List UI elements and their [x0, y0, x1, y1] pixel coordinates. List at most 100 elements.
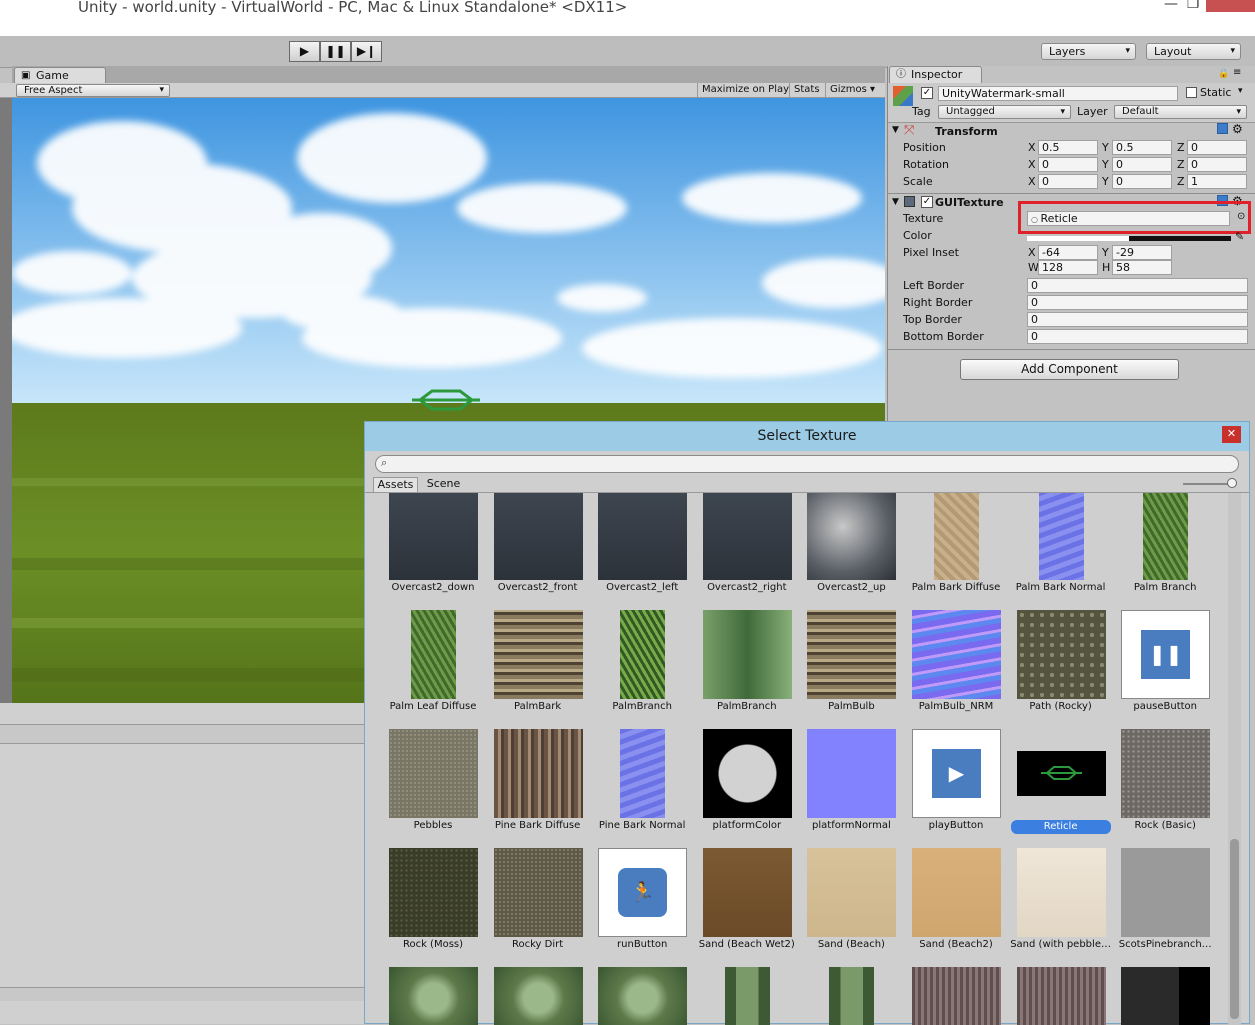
pause-button[interactable]: ❚❚	[320, 41, 351, 62]
inset-x-field[interactable]: -64	[1038, 245, 1098, 260]
texture-label[interactable]: Overcast2_front	[486, 582, 590, 593]
texture-thumbnail[interactable]	[389, 967, 478, 1025]
texture-label[interactable]: pauseButton	[1113, 701, 1217, 712]
add-component-button[interactable]: Add Component	[960, 359, 1179, 380]
texture-label[interactable]: Palm Leaf Diffuse	[381, 701, 485, 712]
position-z-field[interactable]: 0	[1187, 140, 1247, 155]
scale-z-field[interactable]: 1	[1187, 174, 1247, 189]
texture-label[interactable]: ScotsPinebranch…	[1113, 939, 1217, 950]
texture-label[interactable]: Pine Bark Normal	[590, 820, 694, 831]
rotation-z-field[interactable]: 0	[1187, 157, 1247, 172]
picker-scrollbar[interactable]	[1228, 493, 1241, 1025]
texture-thumbnail[interactable]	[389, 848, 478, 937]
texture-thumbnail[interactable]	[807, 848, 897, 937]
texture-label[interactable]: PalmBulb	[799, 701, 903, 712]
aspect-dropdown[interactable]: Free Aspect	[16, 84, 170, 97]
texture-thumbnail[interactable]	[493, 967, 583, 1025]
gizmos-dropdown[interactable]: Gizmos ▾	[825, 83, 879, 98]
inset-w-field[interactable]: 128	[1038, 260, 1098, 275]
texture-label[interactable]: PalmBranch	[590, 701, 694, 712]
color-swatch[interactable]	[1027, 236, 1231, 241]
texture-object-field[interactable]: ○ Reticle	[1027, 211, 1230, 226]
texture-label[interactable]: Overcast2_left	[590, 582, 694, 593]
rotation-y-field[interactable]: 0	[1112, 157, 1172, 172]
texture-thumbnail[interactable]	[493, 848, 583, 937]
tab-assets[interactable]: Assets	[373, 477, 418, 492]
texture-label-selected[interactable]: Reticle	[1010, 820, 1111, 834]
texture-thumbnail[interactable]	[1121, 729, 1211, 818]
texture-thumbnail[interactable]	[493, 729, 583, 818]
texture-label[interactable]: Sand (with pebble…	[1009, 939, 1113, 950]
texture-thumbnail[interactable]	[411, 610, 456, 699]
settings-gear-icon[interactable]: ⚙	[1232, 122, 1243, 136]
picker-close-button[interactable]: ✕	[1222, 426, 1241, 443]
picker-scrollbar-thumb[interactable]	[1230, 839, 1239, 1019]
texture-thumbnail[interactable]	[1121, 967, 1211, 1025]
eyedropper-icon[interactable]: ✎	[1235, 230, 1244, 243]
texture-thumbnail[interactable]	[724, 967, 770, 1025]
texture-label[interactable]: Sand (Beach Wet2)	[695, 939, 799, 950]
scale-y-field[interactable]: 0	[1112, 174, 1172, 189]
texture-thumbnail[interactable]	[598, 493, 688, 580]
step-button[interactable]: ▶❙	[351, 41, 382, 62]
lock-icon[interactable]: 🔒	[1218, 69, 1229, 79]
texture-label[interactable]: runButton	[590, 939, 694, 950]
texture-thumbnail[interactable]	[1016, 967, 1106, 1025]
texture-label[interactable]: Overcast2_down	[381, 582, 485, 593]
texture-thumbnail[interactable]	[1016, 610, 1106, 699]
transform-foldout-icon[interactable]: ▼	[892, 125, 899, 135]
texture-label[interactable]: Palm Bark Diffuse	[904, 582, 1008, 593]
object-name-field[interactable]: UnityWatermark-small	[938, 86, 1178, 101]
texture-label[interactable]: PalmBulb_NRM	[904, 701, 1008, 712]
texture-label[interactable]: PalmBranch	[695, 701, 799, 712]
thumbnail-size-slider-handle[interactable]	[1227, 478, 1237, 488]
active-checkbox[interactable]: ✓	[921, 87, 933, 99]
inset-h-field[interactable]: 58	[1112, 260, 1172, 275]
layer-dropdown[interactable]: Default	[1114, 105, 1247, 119]
texture-label[interactable]: Palm Bark Normal	[1009, 582, 1113, 593]
position-y-field[interactable]: 0.5	[1112, 140, 1172, 155]
texture-label[interactable]: Overcast2_up	[799, 582, 903, 593]
texture-thumbnail[interactable]	[620, 729, 666, 818]
texture-label[interactable]: playButton	[904, 820, 1008, 831]
texture-thumbnail[interactable]	[934, 493, 979, 580]
tab-scene[interactable]: Scene	[421, 477, 466, 492]
texture-thumbnail[interactable]	[493, 493, 583, 580]
texture-label[interactable]: Rock (Moss)	[381, 939, 485, 950]
object-picker-icon[interactable]: ⊙	[1237, 211, 1245, 222]
play-button[interactable]: ▶	[289, 41, 320, 62]
texture-thumbnail[interactable]	[1038, 493, 1084, 580]
layers-dropdown[interactable]: Layers	[1041, 43, 1136, 60]
texture-thumbnail[interactable]	[389, 729, 478, 818]
texture-thumbnail[interactable]: ❚❚	[1121, 610, 1211, 699]
texture-thumbnail[interactable]: 🏃	[598, 848, 688, 937]
texture-thumbnail[interactable]	[702, 848, 792, 937]
texture-label[interactable]: Sand (Beach)	[799, 939, 903, 950]
static-checkbox[interactable]	[1186, 87, 1197, 98]
texture-label[interactable]: platformNormal	[799, 820, 903, 831]
picker-search-input[interactable]: ⌕	[375, 455, 1239, 473]
top-border-field[interactable]: 0	[1027, 312, 1248, 327]
texture-label[interactable]: Rock (Basic)	[1113, 820, 1217, 831]
texture-thumbnail[interactable]	[912, 967, 1001, 1025]
layout-dropdown[interactable]: Layout	[1146, 43, 1241, 60]
rotation-x-field[interactable]: 0	[1038, 157, 1098, 172]
texture-thumbnail[interactable]	[493, 610, 583, 699]
right-border-field[interactable]: 0	[1027, 295, 1248, 310]
tab-game[interactable]: ▣ Game	[14, 67, 106, 84]
texture-thumbnail[interactable]: ▶	[912, 729, 1001, 818]
texture-thumbnail[interactable]	[807, 729, 897, 818]
scale-x-field[interactable]: 0	[1038, 174, 1098, 189]
maximize-on-play-toggle[interactable]: Maximize on Play	[697, 83, 793, 98]
maximize-icon[interactable]: ❐	[1180, 0, 1206, 12]
texture-thumbnail[interactable]	[807, 610, 897, 699]
texture-label[interactable]: Path (Rocky)	[1009, 701, 1113, 712]
texture-label[interactable]: Rocky Dirt	[486, 939, 590, 950]
texture-thumbnail[interactable]	[702, 729, 792, 818]
static-dropdown-icon[interactable]: ▾	[1238, 86, 1243, 96]
position-x-field[interactable]: 0.5	[1038, 140, 1098, 155]
thumbnail-size-slider[interactable]	[1183, 483, 1233, 485]
guitexture-foldout-icon[interactable]: ▼	[892, 197, 899, 207]
texture-label[interactable]: Sand (Beach2)	[904, 939, 1008, 950]
texture-thumbnail[interactable]	[389, 493, 478, 580]
